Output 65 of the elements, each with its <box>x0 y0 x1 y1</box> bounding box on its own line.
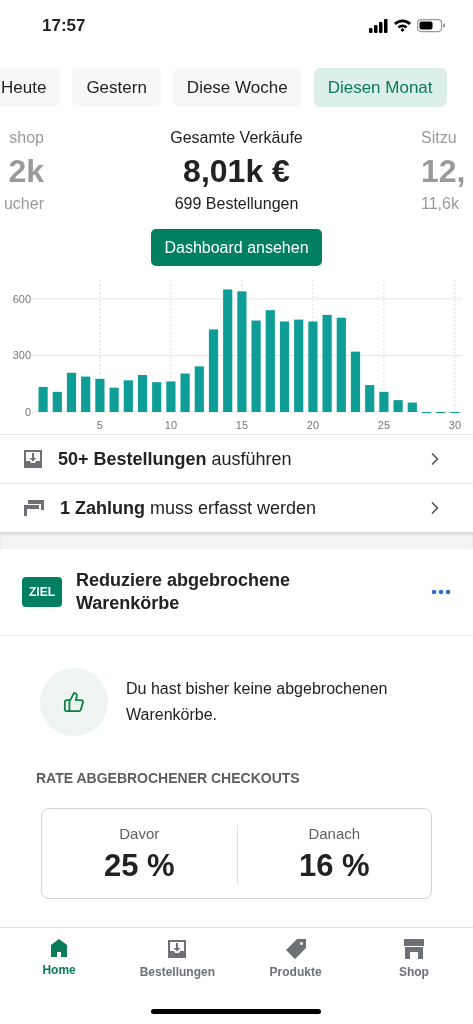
task-text[interactable]: 1 Zahlung muss erfasst werden <box>60 497 411 519</box>
dashboard-button[interactable]: Dashboard ansehen <box>151 229 322 266</box>
bar <box>52 391 62 412</box>
nav-tab[interactable]: Produkte <box>236 928 355 980</box>
bar <box>365 385 375 412</box>
period-tab[interactable]: Diese Woche <box>172 68 302 107</box>
metric-subtitle: 11,6k <box>421 195 459 213</box>
bar <box>152 382 162 412</box>
bar <box>407 402 417 412</box>
axis-label: 5 <box>96 419 103 431</box>
bar <box>38 386 48 412</box>
stat-value: 25 % <box>103 848 175 884</box>
home-icon <box>49 938 70 958</box>
bar <box>81 376 91 412</box>
task-text[interactable]: 50+ Bestellungen ausführen <box>58 448 411 470</box>
metric-value: 12, <box>421 153 466 189</box>
more-icon[interactable] <box>431 589 451 595</box>
inbox-download-icon <box>22 448 44 470</box>
metric-subtitle: 699 Bestellungen <box>174 195 299 213</box>
bar <box>109 387 119 412</box>
period-tab[interactable]: Heute <box>0 68 61 107</box>
axis-label: 300 <box>12 349 31 362</box>
card-icon <box>22 498 46 518</box>
nav-tab[interactable]: Shop <box>354 928 473 980</box>
bar <box>379 391 389 412</box>
axis-label: 25 <box>377 419 390 431</box>
bar <box>123 380 133 412</box>
metric-subtitle: ucher <box>3 195 44 213</box>
bar <box>166 381 176 412</box>
axis-label: 0 <box>24 406 31 418</box>
axis-label: 30 <box>448 419 461 431</box>
metric-value: 8,01k € <box>183 153 290 189</box>
section-title: RATE ABGEBROCHENER CHECKOUTS <box>35 769 301 786</box>
bar <box>66 372 77 412</box>
axis-label: 10 <box>164 419 177 431</box>
goal-badge: ZIEL <box>22 577 62 607</box>
nav-tab[interactable]: Bestellungen <box>118 928 237 980</box>
stat-label: Danach <box>308 825 361 842</box>
nav-tab[interactable]: Home <box>0 928 119 978</box>
bar <box>350 351 361 412</box>
bar <box>95 378 105 412</box>
axis-label: 15 <box>235 419 248 431</box>
status-time: 17:57 <box>42 16 86 36</box>
signal-icon <box>369 18 388 34</box>
tag-icon <box>284 938 307 960</box>
bar <box>137 375 148 412</box>
period-tab[interactable]: Gestern <box>72 68 161 107</box>
stat-value: 16 % <box>298 848 370 884</box>
metric-title: Sitzu <box>421 129 457 147</box>
period-tab[interactable]: Diesen Monat <box>313 68 447 107</box>
wifi-icon <box>394 19 411 33</box>
bar <box>194 366 204 412</box>
metric-value: 2k <box>8 153 44 189</box>
metric-title: Gesamte Verkäufe <box>170 129 303 147</box>
inbox-download-icon <box>166 938 189 960</box>
goal-title: Reduziere abgebrochene Warenkörbe <box>76 569 292 615</box>
bar <box>393 400 403 412</box>
battery-icon <box>417 19 445 33</box>
axis-label: 20 <box>306 419 319 431</box>
storefront-icon <box>402 938 425 960</box>
stat-label: Davor <box>119 825 160 842</box>
goal-message: Du hast bisher keine abgebrochenen Warenkörbe. <box>126 679 389 725</box>
bar <box>180 373 190 412</box>
axis-label: 600 <box>12 292 31 305</box>
metric-title: shop <box>9 129 44 147</box>
